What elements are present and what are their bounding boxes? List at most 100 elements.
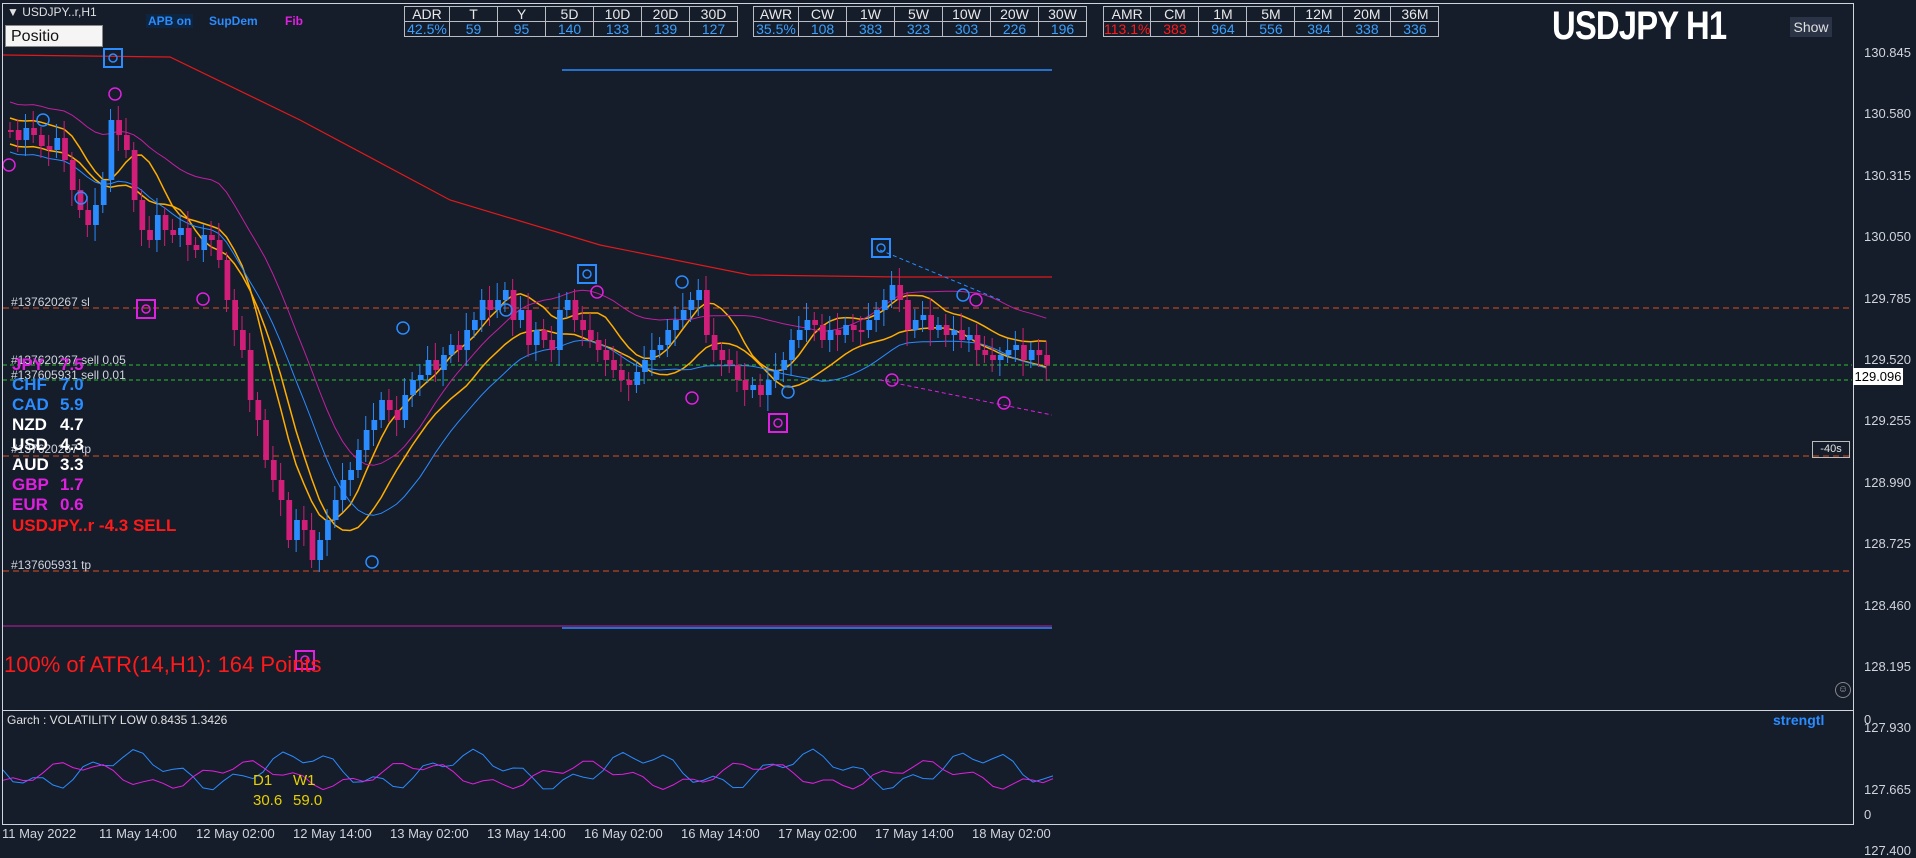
table-header-cell: AMR xyxy=(1102,6,1152,22)
price-tick-label: 129.520 xyxy=(1864,352,1911,367)
table-value-cell: 59 xyxy=(449,21,498,37)
dropdown-icon[interactable]: ▼ xyxy=(7,5,22,19)
time-tick-label: 17 May 14:00 xyxy=(875,826,954,841)
candle-timer: -40s xyxy=(1812,441,1850,458)
price-tick-label: 130.845 xyxy=(1864,45,1911,60)
w1-value: 59.0 xyxy=(293,792,323,809)
currency-name: GBP xyxy=(12,475,49,494)
symbol-title[interactable]: ▼ USDJPY..r,H1 xyxy=(7,5,97,19)
table-header-cell: 5M xyxy=(1246,6,1296,22)
table-header-cell: 20W xyxy=(990,6,1039,22)
awr-table: AWR CW 1W 5W 10W 20W 30W 35.5% 108 383 323 303 226 19… xyxy=(753,6,1087,37)
table-header-cell: 30D xyxy=(689,6,738,22)
table-value-cell: 95 xyxy=(497,21,546,37)
expert-smiley-icon: ☺ xyxy=(1835,682,1851,698)
price-tick-label: 128.195 xyxy=(1864,659,1911,674)
table-value-cell: 226 xyxy=(990,21,1039,37)
price-tick-label: 130.315 xyxy=(1864,167,1911,183)
currency-value: 4.7 xyxy=(60,415,84,434)
main-chart-frame xyxy=(2,3,1854,711)
time-tick-label: 11 May 14:00 xyxy=(99,826,177,841)
price-tick-label: 129.785 xyxy=(1864,290,1911,306)
currency-name: NZD xyxy=(12,415,47,434)
time-tick-label: 13 May 02:00 xyxy=(390,826,469,841)
d1-value: 30.6 xyxy=(253,792,283,809)
table-value-cell: 113.1% xyxy=(1102,21,1152,37)
d1-label: D1 xyxy=(253,772,273,789)
table-header-cell: 36M xyxy=(1390,6,1440,22)
table-value-cell: 384 xyxy=(1294,21,1344,37)
adr-table: ADR T Y 5D 10D 20D 30D 42.5% 59 95 140 133 139 127 xyxy=(404,6,738,37)
price-tick-label: 128.460 xyxy=(1864,597,1911,613)
currency-value: 5.9 xyxy=(60,395,84,414)
table-value-cell: 383 xyxy=(846,21,895,37)
time-tick-label: 18 May 02:00 xyxy=(972,826,1051,841)
supdem-toggle-button[interactable]: SupDem xyxy=(209,14,258,28)
table-header-cell: 1M xyxy=(1198,6,1248,22)
table-header-cell: AWR xyxy=(753,6,799,22)
time-tick-label: 11 May 2022 xyxy=(2,826,77,841)
price-tick-label: 129.255 xyxy=(1864,413,1911,429)
current-price-label: 129.096 xyxy=(1853,368,1903,385)
sub-axis-top: 0 xyxy=(1864,712,1872,727)
table-header-cell: 12M xyxy=(1294,6,1344,22)
time-tick-label: 16 May 02:00 xyxy=(584,826,663,841)
price-tick-label: 127.665 xyxy=(1864,781,1911,797)
table-value-cell: 383 xyxy=(1150,21,1200,37)
table-header-cell: ADR xyxy=(404,6,450,22)
price-tick-label: 127.400 xyxy=(1864,843,1911,858)
price-tick-label: 130.050 xyxy=(1864,229,1911,245)
w1-label: W1 xyxy=(293,772,316,789)
time-tick-label: 16 May 14:00 xyxy=(681,826,760,841)
table-header-cell: 5W xyxy=(894,6,943,22)
table-value-cell: 140 xyxy=(545,21,594,37)
table-header-cell: 20M xyxy=(1342,6,1392,22)
level-label-sl: #137620267 sl xyxy=(11,295,90,309)
table-value-cell: 127 xyxy=(689,21,738,37)
currency-name: CAD xyxy=(12,395,49,414)
table-value-cell: 964 xyxy=(1198,21,1248,37)
time-tick-label: 17 May 02:00 xyxy=(778,826,857,841)
show-button[interactable]: Show xyxy=(1790,17,1832,37)
price-tick-label: 128.990 xyxy=(1864,474,1911,490)
table-value-cell: 42.5% xyxy=(404,21,450,37)
table-header-cell: T xyxy=(449,6,498,22)
table-header-cell: 10W xyxy=(942,6,991,22)
currency-value: 3.3 xyxy=(60,455,84,474)
table-header-cell: 5D xyxy=(545,6,594,22)
time-tick-label: 12 May 14:00 xyxy=(293,826,372,841)
currency-value: 4.3 xyxy=(60,435,84,454)
table-header-cell: 1W xyxy=(846,6,895,22)
fib-toggle-button[interactable]: Fib xyxy=(285,14,303,28)
table-header-cell: 20D xyxy=(641,6,690,22)
signal-text: USDJPY..r -4.3 SELL xyxy=(12,516,177,535)
currency-value: 7.5 xyxy=(60,355,84,374)
table-value-cell: 336 xyxy=(1390,21,1440,37)
currency-name: JPY xyxy=(12,355,45,374)
apb-toggle-button[interactable]: APB on xyxy=(146,14,194,28)
level-label-tp-2: #137605931 tp xyxy=(11,558,92,572)
table-header-cell: 30W xyxy=(1038,6,1087,22)
table-value-cell: 108 xyxy=(798,21,847,37)
amr-table: AMR CM 1M 5M 12M 20M 36M 113.1% 383 964 556 384 338 3… xyxy=(1102,6,1440,37)
currency-name: AUD xyxy=(12,455,49,474)
time-tick-label: 12 May 02:00 xyxy=(196,826,275,841)
currency-name: CHF xyxy=(12,375,47,394)
table-value-cell: 35.5% xyxy=(753,21,799,37)
table-header-cell: CW xyxy=(798,6,847,22)
currency-value: 1.7 xyxy=(60,475,84,494)
currency-name: EUR xyxy=(12,495,48,514)
table-value-cell: 338 xyxy=(1342,21,1392,37)
price-tick-label: 130.580 xyxy=(1864,106,1911,122)
chart-title: USDJPY H1 xyxy=(1552,4,1727,48)
position-input[interactable]: Positio xyxy=(5,25,103,47)
table-value-cell: 556 xyxy=(1246,21,1296,37)
time-tick-label: 13 May 14:00 xyxy=(487,826,566,841)
price-tick-label: 128.725 xyxy=(1864,536,1911,552)
sub-axis-bottom: 0 xyxy=(1864,807,1872,822)
currency-name: USD xyxy=(12,435,48,454)
table-value-cell: 323 xyxy=(894,21,943,37)
table-value-cell: 139 xyxy=(641,21,690,37)
table-header-cell: 10D xyxy=(593,6,642,22)
table-value-cell: 196 xyxy=(1038,21,1087,37)
